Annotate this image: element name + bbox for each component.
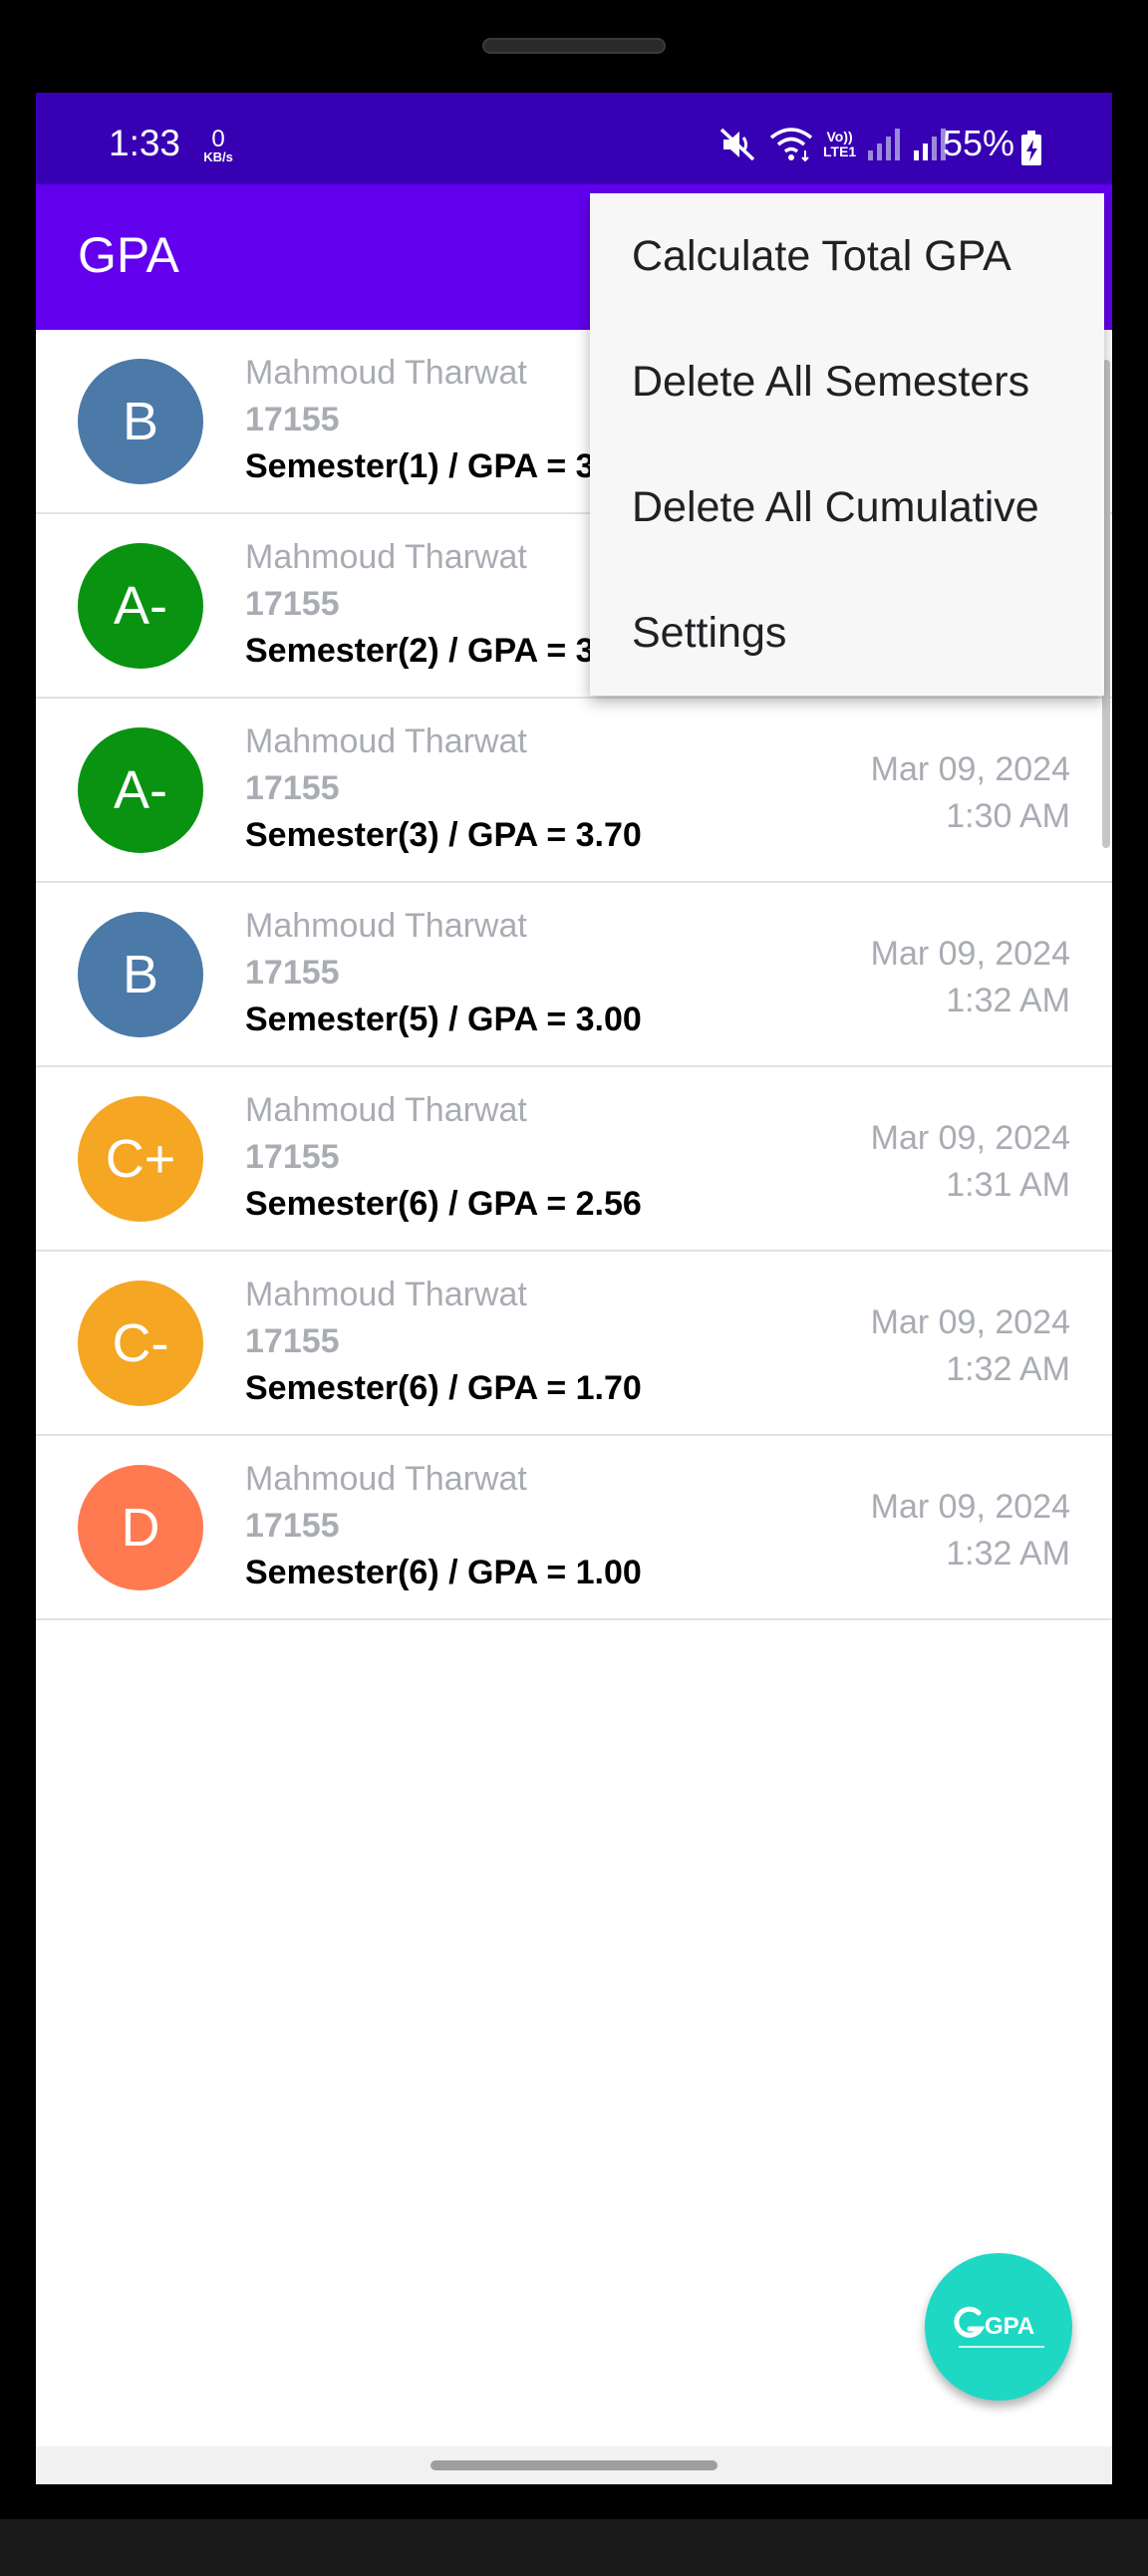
entry-timestamp: Mar 09, 2024 1:32 AM <box>871 931 1070 1024</box>
student-name: Mahmoud Tharwat <box>245 722 527 760</box>
semester-gpa: Semester(2) / GPA = 3.70 <box>245 632 642 670</box>
battery-percent: 55% <box>943 123 1015 163</box>
entry-date: Mar 09, 2024 <box>870 935 1070 973</box>
student-name: Mahmoud Tharwat <box>245 354 527 392</box>
lte-indicator: Vo)) LTE1 <box>823 130 856 159</box>
status-icons: Vo)) LTE1 <box>719 127 948 162</box>
entry-timestamp: Mar 09, 2024 1:31 AM <box>871 1115 1070 1209</box>
grade-avatar: A- <box>78 543 203 669</box>
student-id: 17155 <box>245 401 340 438</box>
entry-date: Mar 09, 2024 <box>870 1303 1070 1341</box>
wifi-icon <box>769 128 813 162</box>
grade-avatar: B <box>78 359 203 484</box>
app-title: GPA <box>78 227 179 283</box>
menu-item-delete-all-semesters[interactable]: Delete All Semesters <box>590 319 1104 444</box>
lte-label: LTE1 <box>823 143 857 159</box>
entry-time: 1:31 AM <box>946 1166 1070 1204</box>
navigation-bar <box>36 2446 1112 2484</box>
entry-timestamp: Mar 09, 2024 1:30 AM <box>871 746 1070 840</box>
student-name: Mahmoud Tharwat <box>245 1460 527 1498</box>
entry-date: Mar 09, 2024 <box>870 1488 1070 1526</box>
grade-avatar: B <box>78 912 203 1037</box>
network-speed-value: 0 <box>211 126 225 152</box>
menu-item-calculate-total-gpa[interactable]: Calculate Total GPA <box>590 193 1104 319</box>
student-name: Mahmoud Tharwat <box>245 1091 527 1129</box>
phone-frame: 1:33 0 KB/s Vo)) LTE1 55% GPA B Mahmoud … <box>0 0 1148 2576</box>
grade-avatar: C+ <box>78 1096 203 1222</box>
speaker-grille <box>482 38 666 54</box>
semester-gpa: Semester(6) / GPA = 2.56 <box>245 1185 642 1223</box>
volte-label: Vo)) <box>826 129 853 144</box>
menu-item-settings[interactable]: Settings <box>590 570 1104 696</box>
gpa-logo-icon: GPA <box>954 2306 1044 2348</box>
signal-icon-sim1 <box>868 129 901 160</box>
student-id: 17155 <box>245 1138 340 1176</box>
overflow-menu: Calculate Total GPA Delete All Semesters… <box>590 193 1104 696</box>
student-id: 17155 <box>245 585 340 623</box>
semester-gpa: Semester(6) / GPA = 1.00 <box>245 1554 642 1591</box>
status-time: 1:33 <box>109 123 181 163</box>
grade-avatar: D <box>78 1465 203 1590</box>
entry-timestamp: Mar 09, 2024 1:32 AM <box>871 1299 1070 1393</box>
grade-avatar: A- <box>78 727 203 853</box>
entry-time: 1:30 AM <box>946 797 1070 835</box>
network-speed: 0 KB/s <box>193 126 243 164</box>
entry-time: 1:32 AM <box>946 1350 1070 1388</box>
gpa-fab-button[interactable]: GPA <box>925 2253 1072 2401</box>
status-bar: 1:33 0 KB/s Vo)) LTE1 55% <box>36 93 1112 184</box>
entry-date: Mar 09, 2024 <box>870 750 1070 788</box>
semester-gpa: Semester(5) / GPA = 3.00 <box>245 1001 642 1038</box>
home-gesture-handle[interactable] <box>430 2460 718 2470</box>
gpa-logo-text: GPA <box>985 2313 1034 2340</box>
network-speed-unit: KB/s <box>203 149 233 164</box>
entry-date: Mar 09, 2024 <box>870 1119 1070 1157</box>
semester-gpa: Semester(1) / GPA = 3.00 <box>245 447 642 485</box>
entry-time: 1:32 AM <box>946 982 1070 1019</box>
student-name: Mahmoud Tharwat <box>245 538 527 576</box>
student-id: 17155 <box>245 954 340 992</box>
semester-gpa: Semester(3) / GPA = 3.70 <box>245 816 642 854</box>
mute-icon <box>719 128 755 161</box>
battery-charging-icon <box>1021 131 1041 165</box>
phone-bottom-bezel <box>0 2519 1148 2576</box>
screen: 1:33 0 KB/s Vo)) LTE1 55% GPA B Mahmoud … <box>36 93 1112 2484</box>
grade-avatar: C- <box>78 1281 203 1406</box>
entry-time: 1:32 AM <box>946 1535 1070 1573</box>
student-name: Mahmoud Tharwat <box>245 1276 527 1313</box>
student-name: Mahmoud Tharwat <box>245 907 527 945</box>
list-item[interactable]: D Mahmoud Tharwat 17155 Semester(6) / GP… <box>36 1436 1112 1620</box>
list-item[interactable]: B Mahmoud Tharwat 17155 Semester(5) / GP… <box>36 883 1112 1067</box>
list-item[interactable]: C- Mahmoud Tharwat 17155 Semester(6) / G… <box>36 1252 1112 1436</box>
student-id: 17155 <box>245 769 340 807</box>
menu-item-delete-all-cumulative[interactable]: Delete All Cumulative <box>590 444 1104 570</box>
entry-timestamp: Mar 09, 2024 1:32 AM <box>871 1484 1070 1577</box>
list-item[interactable]: C+ Mahmoud Tharwat 17155 Semester(6) / G… <box>36 1067 1112 1252</box>
list-item[interactable]: A- Mahmoud Tharwat 17155 Semester(3) / G… <box>36 699 1112 883</box>
student-id: 17155 <box>245 1322 340 1360</box>
semester-gpa: Semester(6) / GPA = 1.70 <box>245 1369 642 1407</box>
student-id: 17155 <box>245 1507 340 1545</box>
